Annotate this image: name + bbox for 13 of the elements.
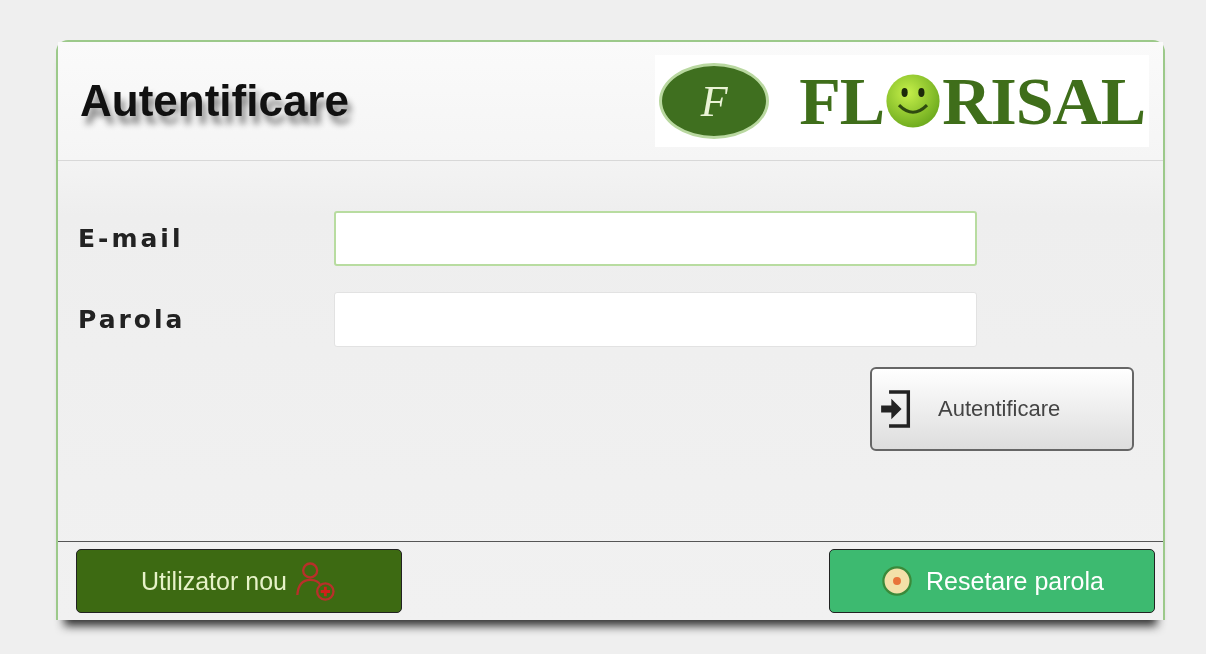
- add-user-icon: [294, 560, 337, 602]
- logo-text: RISAL: [942, 67, 1145, 135]
- new-user-button[interactable]: Utilizator nou: [76, 549, 402, 613]
- login-button[interactable]: Autentificare: [870, 367, 1134, 451]
- smiley-icon: [885, 73, 942, 129]
- field-label: Parola: [78, 305, 187, 334]
- input-field[interactable]: [334, 211, 977, 266]
- field-label: E-mail: [78, 224, 185, 253]
- page-title: Autentificare: [80, 76, 349, 126]
- input-field[interactable]: [334, 292, 977, 347]
- logo-text: FL: [799, 67, 885, 135]
- reset-icon: [880, 564, 915, 598]
- logo-monogram: F: [659, 63, 770, 139]
